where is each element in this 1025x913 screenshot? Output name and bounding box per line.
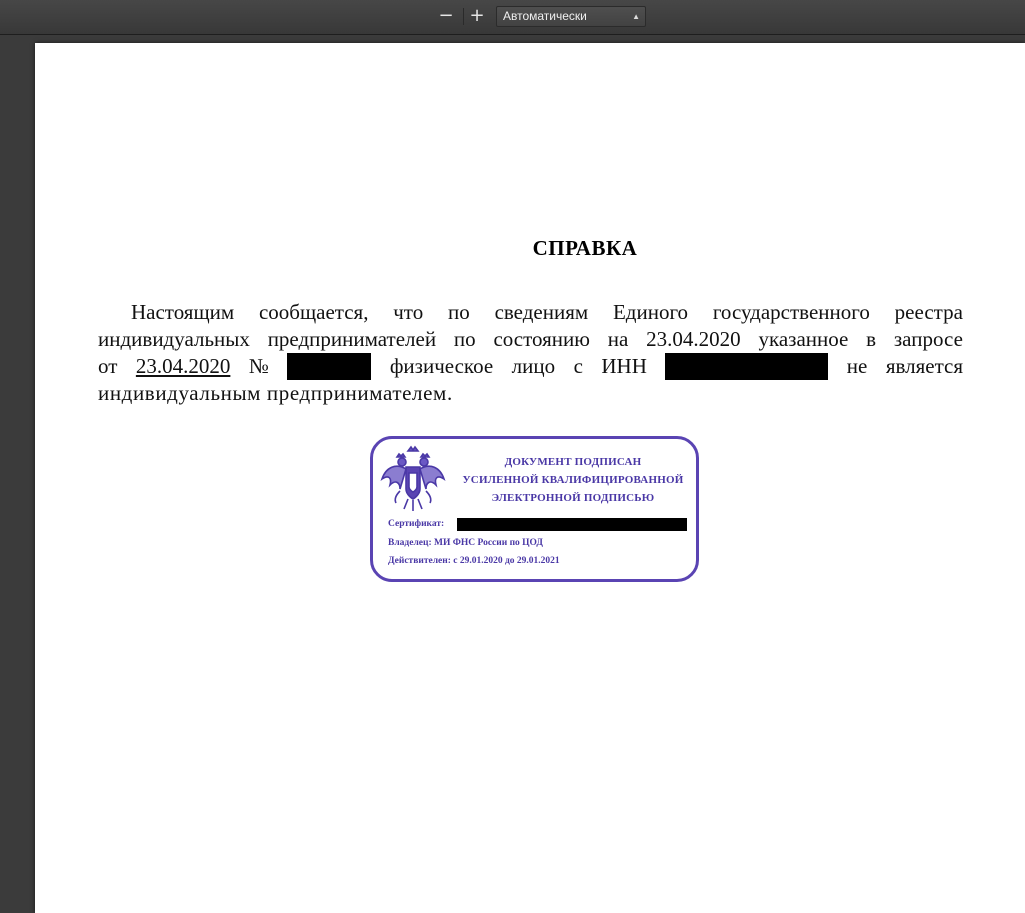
word: сведениям [494,300,589,324]
number-sign: № [248,354,269,378]
document-page: СПРАВКА Настоящим сообщается, что по сведени… [35,43,1025,913]
word: Настоящим [131,300,235,324]
word: государственного [712,300,870,324]
request-date: 23.04.2020 [135,354,231,378]
word: 23.04.2020 [646,327,741,351]
toolbar-separator [463,8,464,25]
stamp-certificate-label: Сертификат: [388,519,445,529]
word: ИНН [601,354,647,378]
signature-stamp: ДОКУМЕНТ ПОДПИСАН УСИЛЕННОЙ КВАЛИФИЦИРОВ… [370,436,699,582]
word: на [607,327,629,351]
redacted-certificate [457,518,687,531]
word: что [393,300,424,324]
paragraph-line-4: индивидуальным предпринимателем. [98,381,453,405]
zoom-select[interactable]: Автоматически ▲ [496,6,646,27]
word: запросе [893,327,963,351]
redacted-inn [665,353,829,380]
word: по [448,300,470,324]
word: от [98,354,118,378]
double-headed-eagle-emblem-icon [380,445,446,511]
word: указанное [758,327,849,351]
paragraph-line-3: от 23.04.2020 № физическое лицо с ИНН не… [98,353,963,380]
paragraph-line-2: индивидуальных предпринимателей по состояни… [98,326,963,353]
word: реестра [894,300,963,324]
stamp-header: ДОКУМЕНТ ПОДПИСАН УСИЛЕННОЙ КВАЛИФИЦИРОВ… [455,453,691,507]
word: состоянию [493,327,590,351]
word: сообщается, [258,300,369,324]
zoom-out-button[interactable]: − [435,6,457,26]
stamp-owner: Владелец: МИ ФНС России по ЦОД [388,538,543,548]
word: физическое [389,354,494,378]
zoom-select-value: Автоматически [503,9,587,23]
zoom-in-button[interactable]: + [466,6,488,26]
document-paragraph: Настоящим сообщается, что по сведениям Единог… [98,299,963,407]
word: является [885,354,963,378]
redacted-request-number [287,353,372,380]
word: лицо [511,354,556,378]
paragraph-line-1: Настоящим сообщается, что по сведениям Единог… [98,299,963,326]
word: индивидуальных [98,327,250,351]
stamp-header-line: ДОКУМЕНТ ПОДПИСАН [504,456,642,468]
stamp-header-line: ЭЛЕКТРОННОЙ ПОДПИСЬЮ [491,492,655,504]
stamp-validity: Действителен: с 29.01.2020 до 29.01.2021 [388,556,560,566]
word: не [846,354,868,378]
word: по [453,327,476,351]
document-title: СПРАВКА [532,236,638,260]
word: Единого [612,300,689,324]
stamp-header-line: УСИЛЕННОЙ КВАЛИФИЦИРОВАННОЙ [462,474,684,486]
word: с [573,354,583,378]
pdf-toolbar: − + Автоматически ▲ [0,0,1025,35]
word: в [866,327,877,351]
word: предпринимателей [267,327,437,351]
select-arrows-icon: ▲ [632,12,640,21]
